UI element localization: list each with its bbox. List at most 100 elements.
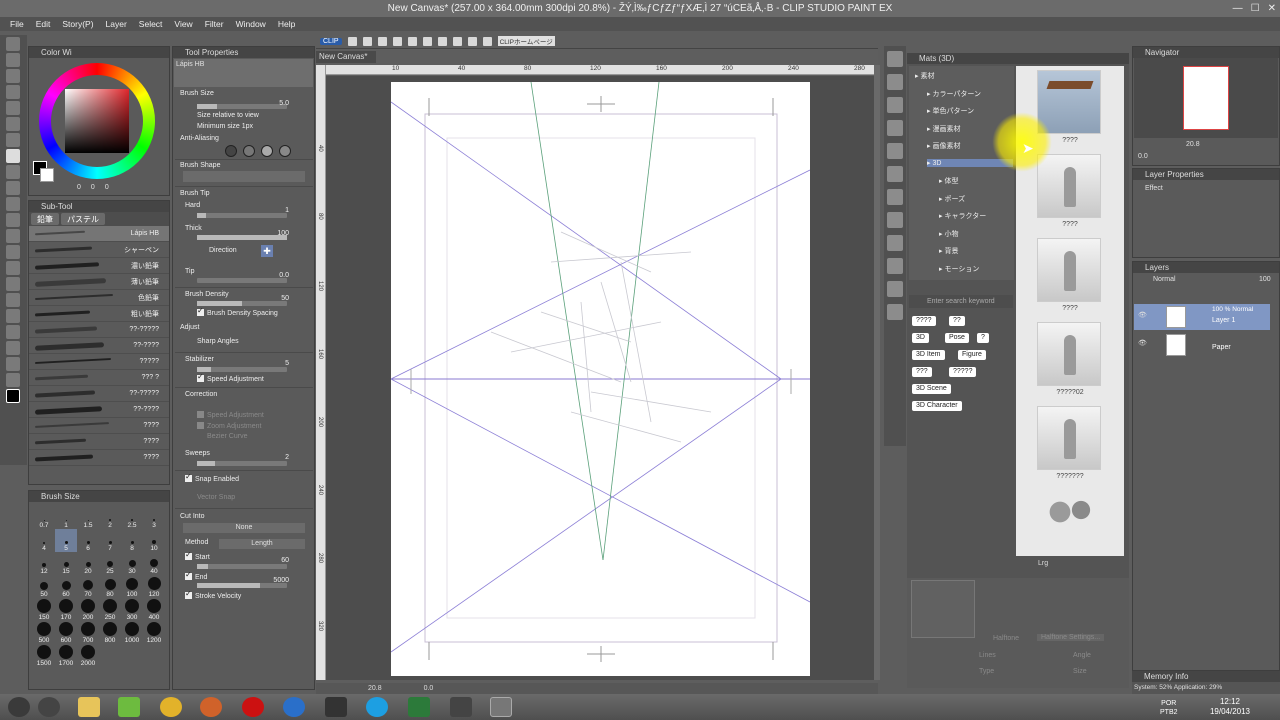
materials-tag[interactable]: 3D [912, 333, 929, 343]
layers-panel-icon[interactable] [887, 51, 903, 67]
start-checkbox[interactable] [185, 550, 192, 560]
layer-row[interactable]: 👁 100 % Normal Layer 1 [1134, 304, 1270, 330]
brush-size-option[interactable]: 400 [143, 598, 165, 621]
brush-density-spacing[interactable]: Brush Density Spacing [197, 306, 278, 317]
canvas-angle[interactable]: 0.0 [424, 685, 434, 692]
skype-icon[interactable] [366, 697, 388, 717]
stroke-velocity-checkbox[interactable] [185, 589, 192, 599]
sub-color[interactable] [40, 168, 54, 182]
subtool-item[interactable]: シャーペン [29, 242, 169, 258]
saturation-value-square[interactable] [65, 89, 129, 153]
correct-line-icon[interactable] [6, 373, 20, 387]
search-layer-icon[interactable] [887, 189, 903, 205]
fill-icon[interactable] [6, 261, 20, 275]
brush-size-option[interactable]: 3 [143, 506, 165, 529]
zoom-tool-icon[interactable] [6, 37, 20, 51]
vector-snap[interactable]: Vector Snap [197, 494, 235, 501]
decoration-icon[interactable] [6, 213, 20, 227]
clear-icon[interactable] [422, 36, 432, 46]
brush-shape-dropdown[interactable] [183, 171, 305, 182]
visibility-eye-icon[interactable]: 👁 [1138, 339, 1147, 347]
materials-thumbnail[interactable] [1037, 238, 1101, 302]
opera-icon[interactable] [242, 697, 264, 717]
aa-medium[interactable] [261, 145, 273, 157]
brush-tool-icon[interactable] [6, 181, 20, 195]
start-option[interactable]: Start [185, 550, 210, 561]
materials-tree-item[interactable]: ▸ 単色パターン [927, 106, 1013, 116]
sweeps-slider[interactable] [197, 461, 287, 466]
undo-icon[interactable] [392, 36, 402, 46]
materials-thumbnail[interactable] [1037, 154, 1101, 218]
subtool-item[interactable]: 濃い鉛筆 [29, 258, 169, 274]
main-color-swatch[interactable] [6, 389, 20, 403]
speed-adjustment-2-checkbox[interactable] [197, 411, 204, 418]
brush-size-value[interactable]: 5.0 [265, 100, 289, 107]
method-dropdown[interactable]: Length [219, 539, 305, 549]
subtool-item[interactable]: ??-????? [29, 322, 169, 338]
menu-window[interactable]: Window [230, 17, 272, 31]
airbrush-icon[interactable] [6, 197, 20, 211]
brush-size-option[interactable]: 1000 [121, 621, 143, 644]
materials-search-input[interactable]: Enter search keyword [909, 295, 1013, 308]
menu-select[interactable]: Select [133, 17, 169, 31]
value-value[interactable]: 0 [105, 184, 109, 191]
subtool-item[interactable]: ??-???? [29, 402, 169, 418]
brush-size-option[interactable]: 2 [99, 506, 121, 529]
new-icon[interactable] [347, 36, 357, 46]
explorer-icon[interactable] [78, 697, 100, 717]
cut-into-dropdown[interactable]: None [183, 523, 305, 533]
materials-thumbnail[interactable] [1037, 406, 1101, 470]
materials-tree-item[interactable]: ▸ キャラクター [939, 211, 1013, 221]
firefox-icon[interactable] [200, 697, 222, 717]
eraser-icon[interactable] [6, 229, 20, 243]
brush-size-option[interactable]: 1.5 [77, 506, 99, 529]
maximize-button[interactable]: ☐ [1251, 3, 1260, 14]
move-layer-icon[interactable] [6, 85, 20, 99]
start-button-icon[interactable] [8, 697, 30, 717]
start-slider[interactable] [197, 564, 287, 569]
materials-tag[interactable]: Figure [958, 350, 986, 360]
saturation-value[interactable]: 0 [91, 184, 95, 191]
speed-adjustment[interactable]: Speed Adjustment [197, 372, 264, 383]
frame-border-icon[interactable] [6, 309, 20, 323]
pencil-tool-icon[interactable] [6, 165, 20, 179]
end-option[interactable]: End [185, 570, 207, 581]
materials-panel-icon[interactable] [887, 74, 903, 90]
subtool-item[interactable]: Lápis HB [29, 226, 169, 242]
subtool-item[interactable]: ???? [29, 450, 169, 466]
materials-tree-item[interactable]: ▸ 体型 [939, 176, 1013, 186]
materials-tag[interactable]: ????? [949, 367, 977, 377]
brush-size-option[interactable]: 7 [99, 529, 121, 552]
subtool-item[interactable]: ??? ? [29, 370, 169, 386]
hue-value[interactable]: 0 [77, 184, 81, 191]
materials-tree-item[interactable]: ▸ 素材 [915, 71, 1013, 81]
halftone-label[interactable]: Halftone [993, 635, 1019, 642]
brush-size-option[interactable]: 6 [77, 529, 99, 552]
brush-size-option[interactable]: 2000 [77, 644, 99, 667]
ide-icon[interactable] [408, 697, 430, 717]
layer-name[interactable]: Paper [1212, 344, 1231, 351]
stabilizer-value[interactable]: 5 [265, 360, 289, 367]
sharp-angles[interactable]: Sharp Angles [197, 338, 239, 345]
brush-size-option[interactable]: 10 [143, 529, 165, 552]
item-bank-icon[interactable] [887, 235, 903, 251]
brush-density-spacing-checkbox[interactable] [197, 306, 204, 316]
materials-tag[interactable]: 3D Character [912, 401, 962, 411]
pen-app-icon[interactable] [325, 697, 347, 717]
navigator-angle[interactable]: 0.0 [1138, 153, 1148, 160]
menu-story[interactable]: Story(P) [56, 17, 99, 31]
auto-select-icon[interactable] [6, 117, 20, 131]
subtool-tab-pencil[interactable]: 鉛筆 [31, 213, 59, 225]
snap-icon[interactable] [482, 36, 492, 46]
layer-name[interactable]: Layer 1 [1212, 317, 1235, 324]
brush-size-option[interactable]: 60 [55, 575, 77, 598]
menu-view[interactable]: View [168, 17, 198, 31]
open-icon[interactable] [362, 36, 372, 46]
chrome-icon[interactable] [160, 697, 182, 717]
menu-file[interactable]: File [4, 17, 30, 31]
stroke-velocity[interactable]: Stroke Velocity [185, 589, 241, 600]
materials-tag[interactable]: Pose [945, 333, 969, 343]
materials-tag[interactable]: 3D Item [912, 350, 945, 360]
canvas-tab[interactable]: New Canvas* [316, 51, 376, 63]
brush-size-option[interactable]: 300 [121, 598, 143, 621]
